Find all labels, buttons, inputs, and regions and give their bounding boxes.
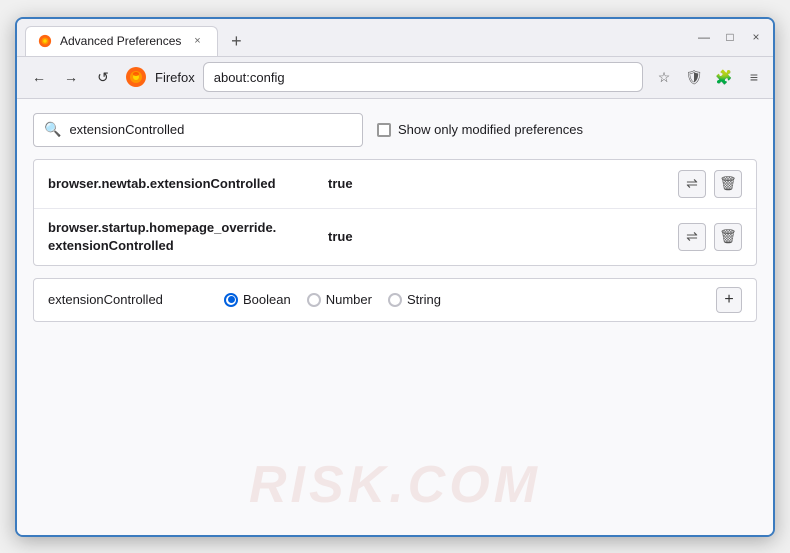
- maximize-button[interactable]: □: [721, 28, 739, 46]
- number-radio-circle[interactable]: [307, 293, 321, 307]
- active-tab[interactable]: Advanced Preferences ×: [25, 26, 218, 56]
- search-input[interactable]: extensionControlled: [69, 122, 184, 137]
- menu-button[interactable]: ≡: [743, 66, 765, 88]
- delete-icon-1: 🗑: [719, 175, 737, 192]
- tab-title: Advanced Preferences: [60, 34, 181, 48]
- browser-window: Advanced Preferences × + — □ × ← → ↺ Fi: [15, 17, 775, 537]
- tab-area: Advanced Preferences × +: [25, 19, 687, 56]
- menu-icon: ≡: [750, 69, 758, 85]
- search-icon: 🔍: [44, 121, 61, 138]
- type-radio-group: Boolean Number String: [224, 292, 700, 307]
- pref-name-2: browser.startup.homepage_override.extens…: [48, 219, 328, 255]
- delete-icon-2: 🗑: [719, 228, 737, 245]
- number-radio-item[interactable]: Number: [307, 292, 372, 307]
- forward-button[interactable]: →: [57, 63, 85, 91]
- toggle-button-2[interactable]: ⇌: [678, 223, 706, 251]
- bookmark-icon: ☆: [658, 69, 671, 86]
- reload-icon: ↺: [97, 69, 109, 86]
- row-actions-2: ⇌ 🗑: [678, 223, 742, 251]
- delete-button-1[interactable]: 🗑: [714, 170, 742, 198]
- search-row: 🔍 extensionControlled Show only modified…: [33, 113, 757, 147]
- pref-value-2: true: [328, 229, 678, 244]
- add-preference-button[interactable]: +: [716, 287, 742, 313]
- tab-favicon-icon: [38, 34, 52, 48]
- title-bar: Advanced Preferences × + — □ ×: [17, 19, 773, 57]
- toggle-icon-1: ⇌: [686, 175, 698, 192]
- boolean-radio-circle[interactable]: [224, 293, 238, 307]
- browser-name-label: Firefox: [155, 70, 195, 85]
- string-radio-circle[interactable]: [388, 293, 402, 307]
- tab-close-button[interactable]: ×: [189, 33, 205, 49]
- show-modified-row[interactable]: Show only modified preferences: [377, 122, 583, 137]
- boolean-radio-label: Boolean: [243, 292, 291, 307]
- table-row: browser.newtab.extensionControlled true …: [34, 160, 756, 209]
- nav-bar: ← → ↺ Firefox about:config ☆ 🛡: [17, 57, 773, 99]
- new-tab-button[interactable]: +: [222, 28, 250, 56]
- reload-button[interactable]: ↺: [89, 63, 117, 91]
- back-icon: ←: [32, 69, 46, 85]
- toggle-button-1[interactable]: ⇌: [678, 170, 706, 198]
- toggle-icon-2: ⇌: [686, 228, 698, 245]
- boolean-radio-item[interactable]: Boolean: [224, 292, 291, 307]
- address-bar[interactable]: about:config: [203, 62, 643, 92]
- url-text: about:config: [214, 70, 285, 85]
- pref-value-1: true: [328, 176, 678, 191]
- show-modified-label: Show only modified preferences: [398, 122, 583, 137]
- add-preference-row: extensionControlled Boolean Number Strin…: [33, 278, 757, 322]
- firefox-logo-icon: [125, 66, 147, 88]
- content-area: RISK.COM 🔍 extensionControlled Show only…: [17, 99, 773, 535]
- forward-icon: →: [64, 69, 78, 85]
- search-box[interactable]: 🔍 extensionControlled: [33, 113, 363, 147]
- show-modified-checkbox[interactable]: [377, 123, 391, 137]
- string-radio-label: String: [407, 292, 441, 307]
- minimize-button[interactable]: —: [695, 28, 713, 46]
- close-window-button[interactable]: ×: [747, 28, 765, 46]
- new-pref-name: extensionControlled: [48, 292, 208, 307]
- watermark: RISK.COM: [249, 455, 541, 515]
- extension-icon: 🧩: [715, 69, 732, 86]
- string-radio-item[interactable]: String: [388, 292, 441, 307]
- extension-button[interactable]: 🧩: [713, 66, 735, 88]
- table-row: browser.startup.homepage_override.extens…: [34, 209, 756, 265]
- delete-button-2[interactable]: 🗑: [714, 223, 742, 251]
- row-actions-1: ⇌ 🗑: [678, 170, 742, 198]
- number-radio-label: Number: [326, 292, 372, 307]
- nav-icons: ☆ 🛡 🧩 ≡: [653, 66, 765, 88]
- window-controls: — □ ×: [695, 28, 765, 46]
- bookmark-button[interactable]: ☆: [653, 66, 675, 88]
- back-button[interactable]: ←: [25, 63, 53, 91]
- shield-button[interactable]: 🛡: [683, 66, 705, 88]
- pref-name-1: browser.newtab.extensionControlled: [48, 176, 328, 191]
- results-table: browser.newtab.extensionControlled true …: [33, 159, 757, 266]
- shield-icon: 🛡: [685, 69, 703, 86]
